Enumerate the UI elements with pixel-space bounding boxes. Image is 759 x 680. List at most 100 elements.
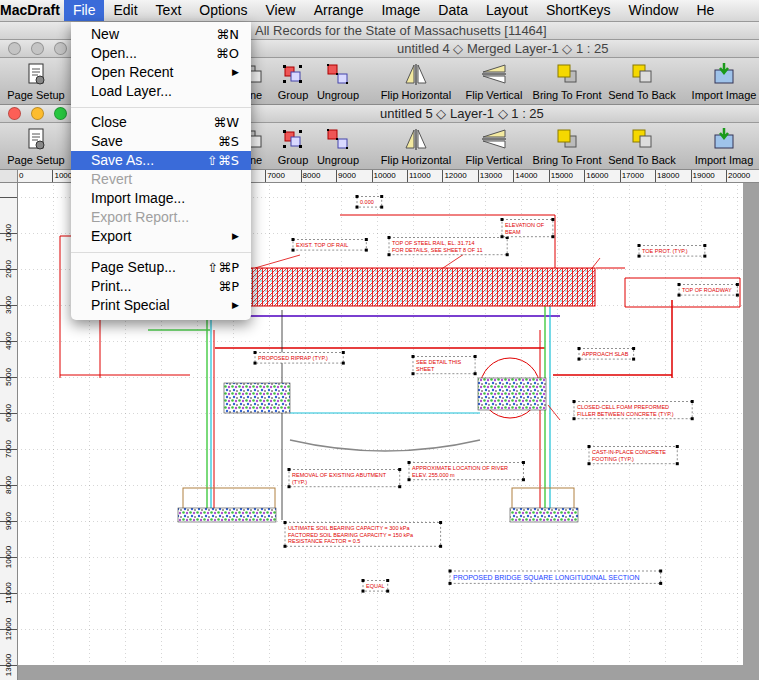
drawing-label[interactable]: APPROACH SLAB — [578, 347, 636, 361]
toolbar-button[interactable]: Import Image — [689, 58, 759, 102]
zoom-button[interactable] — [54, 42, 67, 55]
toolbar-button[interactable]: Flip Horizontal — [373, 123, 459, 167]
menu-item[interactable]: Page Setup...⇧⌘P — [71, 258, 251, 277]
drawing-label[interactable]: APPROXIMATE LOCATION OF RIVERELEV. 255.0… — [408, 461, 525, 481]
drawing-label[interactable]: PROPOSED RIPRAP (TYP.) — [254, 351, 345, 365]
menu-item[interactable]: Open Recent▶ — [71, 63, 251, 82]
window-title: untitled 4 ◇ Merged Layer-1 ◇ 1 : 25 — [397, 41, 609, 57]
toolbar-label: Send To Back — [608, 154, 676, 167]
menu-item-label: Page Setup... — [91, 259, 176, 276]
toolbar-button[interactable]: Ungroup — [313, 123, 363, 167]
drawing-label[interactable]: PROPOSED BRIDGE SQUARE LONGITUDINAL SECT… — [449, 570, 663, 585]
menu-item[interactable]: Load Layer... — [71, 82, 251, 101]
menu-item-label: Print... — [91, 278, 131, 295]
ruler-label: 12000 — [0, 614, 18, 644]
ruler-tick — [407, 170, 408, 182]
toolbar-button[interactable]: Bring To Front — [529, 123, 605, 167]
drawing-label[interactable]: TOP OF STEEL RAIL, EL. 31.714FOR DETAILS… — [388, 236, 509, 256]
toolbar-button[interactable]: Import Imag — [689, 123, 759, 167]
ruler-label: 13000 — [480, 171, 502, 181]
ruler-label: 10000 — [0, 542, 18, 572]
drawing-label[interactable]: 0.000 — [356, 195, 384, 209]
zoom-button[interactable] — [54, 107, 67, 120]
ruler-tick — [549, 170, 550, 182]
menu-item-label: Export — [91, 228, 131, 245]
toolbar-button[interactable]: Page Setup — [4, 123, 68, 167]
toolbar-button[interactable]: Bring To Front — [529, 58, 605, 102]
toolbar-button[interactable]: Flip Vertical — [459, 123, 529, 167]
svg-text:SEE DETAIL THISSHEET: SEE DETAIL THISSHEET — [416, 359, 461, 372]
ruler-tick — [372, 170, 373, 182]
menu-item[interactable]: Revert — [71, 170, 251, 189]
flip-horizontal-icon — [403, 127, 429, 151]
menu-bar-item[interactable]: View — [257, 0, 305, 21]
menu-bar-item[interactable]: Options — [190, 0, 256, 21]
horizontal-scrollbar[interactable] — [18, 665, 759, 680]
bring-to-front-icon — [554, 127, 580, 151]
menu-bar-item[interactable]: Window — [620, 0, 688, 21]
toolbar-button[interactable]: Ungroup — [313, 58, 363, 102]
ruler-label: 1000 — [0, 218, 18, 248]
flip-vertical-icon — [481, 127, 507, 151]
toolbar-button[interactable]: Send To Back — [605, 123, 679, 167]
drawing-label[interactable]: TOE PROT. (TYP.) — [638, 244, 707, 258]
close-button[interactable] — [8, 107, 21, 120]
drawing-label[interactable]: EQUAL — [362, 579, 390, 593]
drawing-lines — [60, 215, 740, 520]
drawing-label[interactable]: ULTIMATE SOIL BEARING CAPACITY = 300 kPa… — [284, 521, 443, 548]
menu-item[interactable]: Open...⌘O — [71, 44, 251, 63]
menu-item[interactable]: Close⌘W — [71, 113, 251, 132]
drawing-label[interactable]: ELEVATION OFBEAM — [501, 218, 555, 238]
menu-item[interactable]: Print Special▶ — [71, 296, 251, 315]
toolbar-button[interactable]: Page Setup — [4, 58, 68, 102]
drawing-label[interactable]: CAST-IN-PLACE CONCRETEFOOTING (TYP.) — [588, 445, 679, 465]
menu-bar-item[interactable]: He — [687, 0, 723, 21]
svg-text:PROPOSED BRIDGE SQUARE LONGITU: PROPOSED BRIDGE SQUARE LONGITUDINAL SECT… — [453, 574, 639, 582]
menu-shortcut: ⌘P — [218, 278, 239, 295]
menu-item-label: Export Report... — [91, 209, 189, 226]
toolbar-button[interactable]: Flip Horizontal — [373, 58, 459, 102]
svg-text:REMOVAL OF EXISTING ABUTMENT(T: REMOVAL OF EXISTING ABUTMENT(TYP.) — [292, 472, 387, 485]
ruler-label: 10000 — [374, 171, 396, 181]
import-image-icon — [711, 127, 737, 151]
ruler-tick — [478, 170, 479, 182]
drawing-label[interactable]: EXIST. TOP OF RAIL — [292, 238, 368, 252]
menu-bar-item[interactable]: ShortKeys — [537, 0, 620, 21]
menu-bar-item[interactable]: Layout — [477, 0, 537, 21]
menu-bar-item[interactable]: Data — [429, 0, 477, 21]
menu-item[interactable]: Print... ⌘P — [71, 277, 251, 296]
ruler-label: 16000 — [586, 171, 608, 181]
toolbar-button[interactable]: Group — [273, 58, 313, 102]
toolbar-label: Flip Horizontal — [381, 89, 451, 102]
menu-bar-item[interactable]: Edit — [104, 0, 146, 21]
menu-bar-item[interactable]: Text — [147, 0, 191, 21]
toolbar-button[interactable]: Group — [273, 123, 313, 167]
ruler-label: 13000 — [0, 650, 18, 680]
toolbar-button[interactable]: Send To Back — [605, 58, 679, 102]
close-button[interactable] — [8, 42, 21, 55]
drawing-label[interactable]: TOP OF ROADWAY — [678, 283, 739, 297]
menu-item[interactable]: Export▶ — [71, 227, 251, 246]
menu-item[interactable]: Export Report... — [71, 208, 251, 227]
toolbar-label: Ungroup — [317, 154, 359, 167]
ruler-tick — [513, 170, 514, 182]
ruler-tick — [0, 197, 17, 198]
group-icon — [280, 62, 306, 86]
menu-bar-item[interactable]: Arrange — [305, 0, 373, 21]
menu-bar-item[interactable]: File — [64, 0, 105, 21]
toolbar-button[interactable]: Flip Vertical — [459, 58, 529, 102]
minimize-button[interactable] — [31, 42, 44, 55]
menu-item[interactable]: Import Image... — [71, 189, 251, 208]
menu-bar-item[interactable]: Image — [372, 0, 429, 21]
menu-item-label: Print Special — [91, 297, 170, 314]
minimize-button[interactable] — [31, 107, 44, 120]
menu-item[interactable]: New⌘N — [71, 25, 251, 44]
drawing-label[interactable]: REMOVAL OF EXISTING ABUTMENT(TYP.) — [288, 468, 402, 488]
drawing-label[interactable]: CLOSED-CELL FOAM PREFORMEDFILLER BETWEEN… — [573, 400, 694, 420]
app-menu[interactable]: MacDraft — [0, 0, 64, 21]
vertical-scrollbar[interactable] — [743, 183, 759, 665]
ruler-label: 7000 — [267, 171, 285, 181]
drawing-label[interactable]: SEE DETAIL THISSHEET — [412, 355, 477, 375]
menu-item[interactable]: Save As...⇧⌘S — [71, 151, 251, 170]
menu-item[interactable]: Save⌘S — [71, 132, 251, 151]
